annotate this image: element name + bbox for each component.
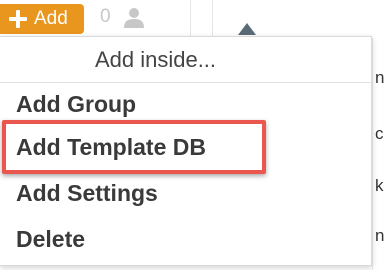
plus-icon <box>8 9 28 29</box>
background-text-fragment: k <box>375 176 384 195</box>
background-text-fragment: c <box>375 124 384 143</box>
user-count: 0 <box>100 6 111 27</box>
background-text-fragment: n <box>375 68 385 87</box>
background-column-divider <box>372 38 373 270</box>
add-button[interactable]: Add <box>0 4 84 34</box>
user-icon[interactable] <box>122 7 146 29</box>
toolbar: Add 0 <box>0 0 386 38</box>
add-dropdown-menu: Add inside... Add Group Add Template DB … <box>0 36 372 266</box>
menu-item-add-group[interactable]: Add Group <box>16 91 136 118</box>
toolbar-divider <box>212 0 213 38</box>
dropdown-caret <box>238 23 256 35</box>
background-text-fragment: n <box>375 226 385 245</box>
menu-header: Add inside... <box>0 37 371 83</box>
app-stage: Add 0 n c k n Add inside... Add Group Ad… <box>0 0 386 270</box>
menu-item-delete[interactable]: Delete <box>16 226 85 253</box>
toolbar-divider <box>190 0 191 38</box>
menu-item-add-settings[interactable]: Add Settings <box>16 180 158 207</box>
add-button-label: Add <box>34 8 68 29</box>
menu-item-add-template-db[interactable]: Add Template DB <box>16 134 206 161</box>
